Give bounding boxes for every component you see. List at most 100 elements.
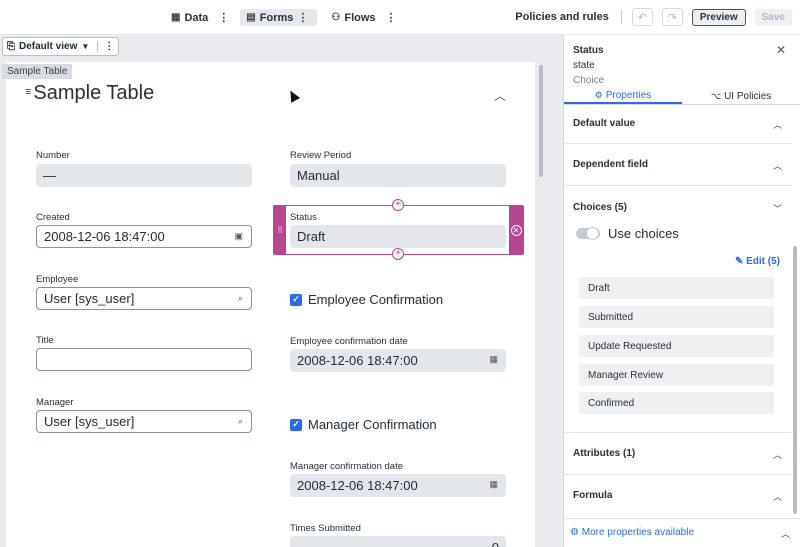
calendar-clock-icon[interactable]: ▣ bbox=[234, 231, 243, 242]
add-field-above-button[interactable]: + bbox=[392, 199, 404, 211]
tab-forms-label: Forms bbox=[259, 11, 294, 24]
tab-data-label: Data bbox=[184, 11, 209, 24]
redo-button[interactable]: ↷ bbox=[661, 8, 683, 26]
panel-tabs: ⚙ Properties ⌥ UI Policies bbox=[564, 88, 800, 105]
undo-button[interactable]: ↶ bbox=[631, 8, 653, 26]
section-formula[interactable]: Formula ︿ bbox=[564, 475, 792, 516]
employee-field[interactable]: User [sys_user] ⌕ bbox=[36, 287, 252, 310]
tab-ui-policies[interactable]: ⌥ UI Policies bbox=[682, 88, 800, 104]
panel-scrollbar[interactable] bbox=[793, 246, 797, 514]
form-icon: ▤ bbox=[246, 12, 256, 23]
section-default-value[interactable]: Default value ︿ bbox=[564, 106, 792, 144]
chevron-up-icon[interactable]: ︿ bbox=[494, 87, 506, 104]
times-submitted-field: 0 bbox=[290, 536, 506, 547]
manager-confirmation-label: Manager Confirmation bbox=[308, 417, 437, 432]
employee-confirmation-checkbox[interactable]: ✓ Employee Confirmation bbox=[290, 292, 443, 307]
builder-tabs: ▦ Data ⋮ ▤ Forms ⋮ ⚇ Flows ⋮ bbox=[165, 9, 400, 26]
preview-button[interactable]: Preview bbox=[691, 8, 746, 26]
number-field: — bbox=[36, 164, 252, 187]
more-properties-link[interactable]: ⚙ More properties available bbox=[570, 527, 694, 538]
tab-flows[interactable]: ⚇ Flows bbox=[325, 9, 381, 26]
form-sheet: ≡ Sample Table ︿ Number — Created 2008-12… bbox=[6, 62, 535, 547]
choice-item: Submitted bbox=[579, 306, 774, 328]
use-choices-toggle-row[interactable]: Use choices bbox=[576, 226, 679, 241]
redo-icon: ↷ bbox=[667, 11, 677, 24]
edit-icon: ✎ bbox=[734, 256, 744, 267]
tab-properties[interactable]: ⚙ Properties bbox=[564, 88, 682, 104]
tab-flows-label: Flows bbox=[344, 11, 376, 24]
manager-confirmation-checkbox[interactable]: ✓ Manager Confirmation bbox=[290, 417, 437, 432]
review-period-label: Review Period bbox=[290, 150, 352, 161]
form-title: ≡ Sample Table bbox=[25, 82, 154, 105]
employee-label: Employee bbox=[36, 274, 79, 285]
search-icon[interactable]: ⌕ bbox=[238, 293, 243, 304]
tab-ui-policies-label: UI Policies bbox=[724, 90, 772, 102]
canvas-scrollbar[interactable] bbox=[539, 65, 543, 177]
edit-choices-label: Edit (5) bbox=[746, 256, 780, 267]
section-dependent-field[interactable]: Dependent field ︿ bbox=[564, 144, 792, 186]
more-properties-bar[interactable]: ⚙ More properties available ︿ bbox=[564, 518, 800, 547]
view-selector[interactable]: ⎘ Default view ▼ ⋮ bbox=[2, 37, 120, 56]
drag-handle-icon[interactable]: ≡ bbox=[25, 86, 31, 98]
employee-value: User [sys_user] bbox=[44, 291, 135, 306]
section-attributes[interactable]: Attributes (1) ︿ bbox=[564, 433, 792, 475]
chevron-up-icon[interactable]: ︿ bbox=[781, 527, 790, 540]
created-field[interactable]: 2008-12-06 18:47:00 ▣ bbox=[36, 225, 252, 248]
forms-more-icon[interactable]: ⋮ bbox=[293, 11, 311, 24]
choice-item: Update Requested bbox=[579, 335, 774, 357]
close-icon[interactable]: ✕ bbox=[776, 43, 786, 57]
view-more-icon[interactable]: ⋮ bbox=[104, 41, 114, 52]
flows-more-icon[interactable]: ⋮ bbox=[382, 11, 400, 24]
policies-rules-link[interactable]: Policies and rules bbox=[515, 11, 609, 23]
view-label: Default view bbox=[19, 41, 78, 52]
sheet-tag: Sample Table bbox=[2, 64, 73, 79]
chevron-up-icon[interactable]: ︿ bbox=[773, 159, 782, 172]
tab-forms[interactable]: ▤ Forms ⋮ bbox=[240, 9, 318, 26]
title-label: Title bbox=[36, 335, 54, 346]
undo-icon: ↶ bbox=[637, 11, 647, 24]
section-dependent-field-label: Dependent field bbox=[573, 159, 649, 170]
checkbox-checked-icon[interactable]: ✓ bbox=[290, 293, 302, 306]
employee-confirmation-date-field: 2008-12-06 18:47:00 ▦ bbox=[290, 349, 506, 372]
section-default-value-label: Default value bbox=[573, 118, 636, 129]
manager-label: Manager bbox=[36, 397, 74, 408]
chevron-up-icon[interactable]: ︿ bbox=[773, 118, 782, 131]
use-choices-toggle[interactable] bbox=[576, 227, 600, 240]
created-label: Created bbox=[36, 212, 70, 223]
employee-confirmation-date-label: Employee confirmation date bbox=[290, 336, 408, 347]
choice-item: Manager Review bbox=[579, 364, 774, 386]
status-field: Draft bbox=[290, 225, 506, 248]
number-label: Number bbox=[36, 150, 70, 161]
chevron-up-icon[interactable]: ︿ bbox=[773, 448, 782, 461]
manager-confirmation-date-label: Manager confirmation date bbox=[290, 461, 404, 472]
employee-confirmation-label: Employee Confirmation bbox=[308, 292, 444, 307]
search-icon[interactable]: ⌕ bbox=[238, 416, 243, 427]
save-button[interactable]: Save bbox=[754, 8, 792, 26]
toolbar-actions: Policies and rules ↶ ↷ Preview Save bbox=[515, 8, 792, 26]
remove-field-button[interactable]: ✕ bbox=[509, 206, 523, 254]
gear-icon: ⚙ bbox=[570, 527, 579, 538]
section-formula-label: Formula bbox=[573, 490, 613, 501]
created-value: 2008-12-06 18:47:00 bbox=[44, 229, 165, 244]
title-field[interactable] bbox=[36, 348, 252, 371]
chevron-down-icon[interactable]: ﹀ bbox=[773, 202, 782, 215]
more-properties-label: More properties available bbox=[581, 527, 695, 538]
view-icon: ⎘ bbox=[7, 41, 15, 52]
status-label: Status bbox=[290, 212, 317, 223]
tab-data[interactable]: ▦ Data bbox=[165, 9, 214, 26]
times-submitted-value: 0 bbox=[492, 540, 499, 547]
gear-icon: ⚙ bbox=[594, 89, 603, 100]
manager-confirmation-date-field: 2008-12-06 18:47:00 ▦ bbox=[290, 474, 506, 497]
manager-field[interactable]: User [sys_user] ⌕ bbox=[36, 410, 252, 433]
review-period-value: Manual bbox=[297, 168, 340, 183]
add-field-below-button[interactable]: + bbox=[392, 248, 404, 260]
chevron-up-icon[interactable]: ︿ bbox=[773, 490, 782, 503]
checkbox-checked-icon[interactable]: ✓ bbox=[290, 418, 302, 431]
panel-field-type: Choice bbox=[573, 75, 605, 86]
edit-choices-link[interactable]: ✎ Edit (5) bbox=[735, 256, 780, 267]
drag-handle-icon[interactable]: ⠿ bbox=[274, 206, 286, 254]
form-title-text: Sample Table bbox=[33, 82, 155, 104]
data-more-icon[interactable]: ⋮ bbox=[214, 11, 232, 24]
tab-properties-label: Properties bbox=[605, 89, 652, 101]
table-icon: ▦ bbox=[171, 12, 181, 23]
